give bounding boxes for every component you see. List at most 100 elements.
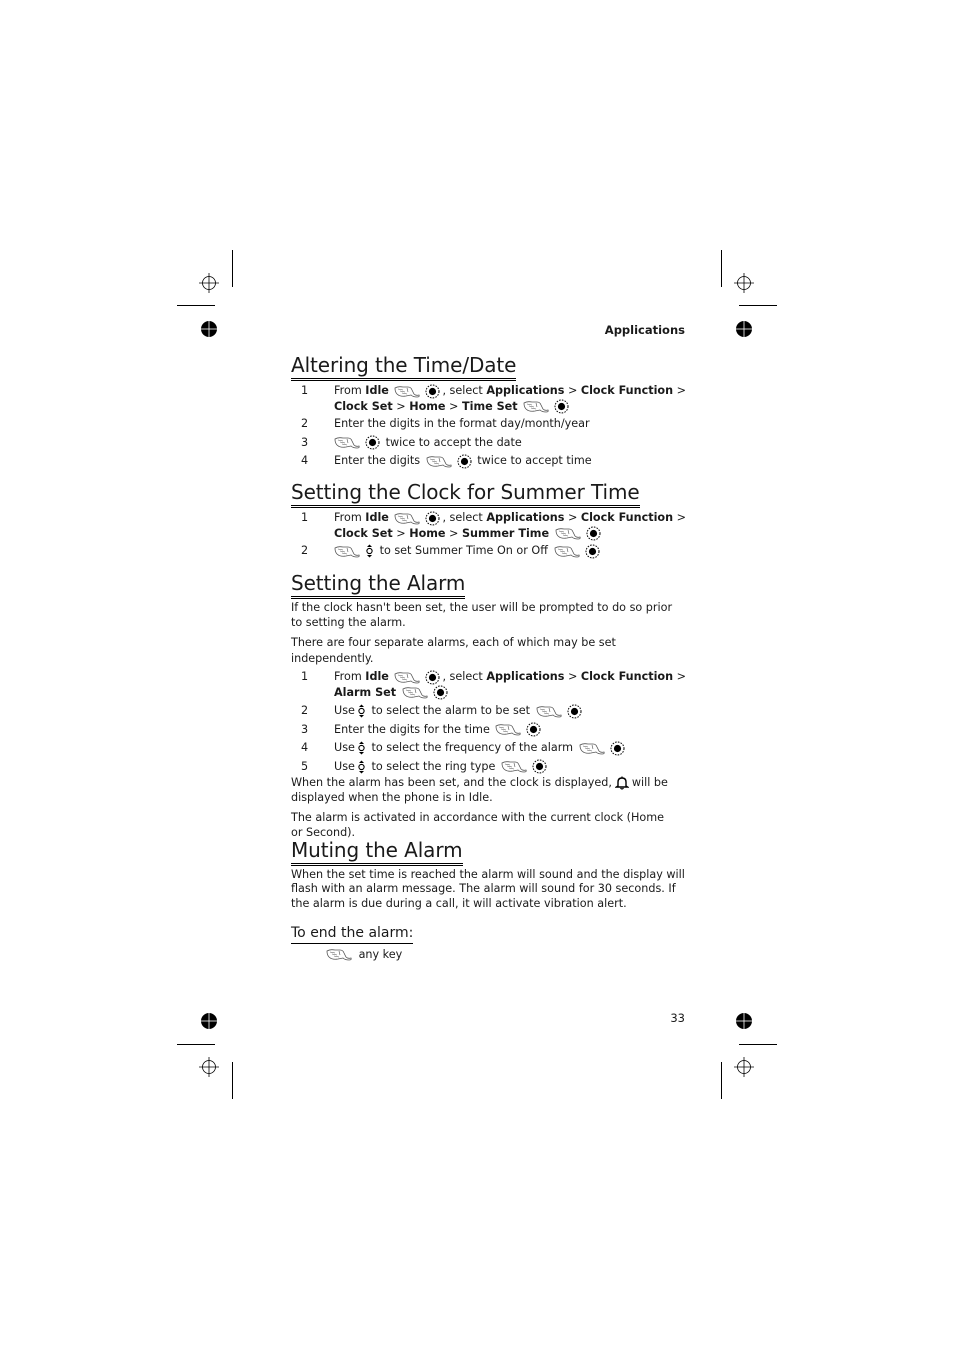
section-title: Muting the Alarm xyxy=(291,838,463,866)
hand-press-icon xyxy=(536,705,563,718)
paragraph: The alarm is activated in accordance wit… xyxy=(291,811,665,839)
text: When the alarm has been set, and the clo… xyxy=(291,776,612,789)
step-number: 3 xyxy=(301,435,309,449)
hand-press-icon xyxy=(334,436,361,449)
step-number: 2 xyxy=(301,704,309,717)
step: 3 twice to accept the date xyxy=(291,435,686,451)
select-button-icon xyxy=(425,511,440,526)
up-down-navigation-icon xyxy=(357,704,366,718)
step-number: 1 xyxy=(301,670,309,683)
text: > xyxy=(673,511,687,524)
menu-item: Idle xyxy=(365,670,389,683)
menu-item: Summer Time xyxy=(462,526,550,540)
text: > xyxy=(445,399,462,413)
up-down-navigation-icon xyxy=(357,741,366,755)
section-summer-time: Setting the Clock for Summer Time 1 From… xyxy=(291,480,686,559)
registration-mark-icon xyxy=(734,1057,754,1077)
registration-mark-icon xyxy=(734,273,754,293)
hand-press-icon xyxy=(402,686,429,699)
select-button-icon xyxy=(526,722,541,737)
crop-line xyxy=(177,305,215,306)
step: 5 Use to select the ring type xyxy=(291,759,686,775)
select-button-icon xyxy=(425,670,440,685)
text: > xyxy=(392,526,410,540)
up-down-navigation-icon xyxy=(365,544,374,558)
menu-item: Applications xyxy=(486,511,565,524)
hand-press-icon xyxy=(334,545,361,558)
step-text: Enter the digits for the time xyxy=(334,722,490,736)
paragraph: There are four separate alarms, each of … xyxy=(291,636,616,665)
crop-line xyxy=(232,250,233,287)
text: , select xyxy=(442,511,487,524)
text: > xyxy=(564,384,581,397)
menu-item: Clock Set xyxy=(334,399,393,413)
hand-press-icon xyxy=(523,400,550,413)
step-text: twice to accept time xyxy=(477,454,592,467)
step-text: to set Summer Time On or Off xyxy=(379,544,548,557)
text: > xyxy=(445,526,462,540)
menu-item: Clock Function xyxy=(580,384,674,397)
hand-press-icon xyxy=(394,512,421,525)
hand-press-icon xyxy=(495,723,522,736)
paragraph: When the alarm has been set, and the clo… xyxy=(291,776,686,805)
hand-press-icon xyxy=(394,385,421,398)
menu-item: Applications xyxy=(486,384,565,397)
step-number: 4 xyxy=(301,454,309,467)
crop-line xyxy=(739,305,777,306)
step: 4 Enter the digits twice to accept time xyxy=(291,453,686,469)
select-button-icon xyxy=(567,704,582,719)
step: 2 Use to select the alarm to be set xyxy=(291,703,686,719)
section-setting-alarm: Setting the Alarm If the clock hasn't be… xyxy=(291,571,686,840)
registration-dot-icon xyxy=(736,321,752,337)
menu-item: Alarm Set xyxy=(334,685,397,699)
alarm-bell-icon xyxy=(615,776,629,790)
step-number: 1 xyxy=(301,384,309,397)
text: Use xyxy=(334,741,355,754)
step-number: 1 xyxy=(301,511,309,524)
paragraph: If the clock hasn't been set, the user w… xyxy=(291,601,673,629)
hand-press-icon xyxy=(394,671,421,684)
step-text: to select the ring type xyxy=(371,759,496,773)
text: From xyxy=(334,511,366,524)
step: 1 From Idle , select Applications > Cloc… xyxy=(291,383,686,414)
hand-press-icon xyxy=(579,742,606,755)
text: > xyxy=(673,384,687,397)
registration-dot-icon xyxy=(201,321,217,337)
subheading: To end the alarm: xyxy=(291,924,414,944)
step-number: 3 xyxy=(301,722,309,736)
action-text: any key xyxy=(358,947,403,961)
registration-dot-icon xyxy=(201,1013,217,1029)
menu-item: Home xyxy=(409,399,446,413)
hand-press-icon xyxy=(555,527,582,540)
menu-item: Clock Function xyxy=(580,511,674,524)
text: > xyxy=(564,511,581,524)
registration-mark-icon xyxy=(199,1057,219,1077)
step-number: 4 xyxy=(301,741,309,754)
select-button-icon xyxy=(586,526,601,541)
paragraph: When the set time is reached the alarm w… xyxy=(291,868,685,910)
crop-line xyxy=(721,1062,722,1099)
hand-press-icon xyxy=(426,455,453,468)
select-button-icon xyxy=(425,384,440,399)
hand-press-icon xyxy=(501,760,528,773)
text: > xyxy=(564,670,581,683)
text: , select xyxy=(442,384,487,397)
select-button-icon xyxy=(433,685,448,700)
menu-item: Idle xyxy=(365,511,389,524)
step-text: to select the alarm to be set xyxy=(371,704,531,717)
step-number: 2 xyxy=(301,544,309,557)
page-number: 33 xyxy=(670,1011,685,1025)
select-button-icon xyxy=(585,544,600,559)
step: 4 Use to select the frequency of the ala… xyxy=(291,740,686,756)
text: > xyxy=(392,399,410,413)
menu-item: Home xyxy=(409,526,446,540)
action-line: any key xyxy=(291,947,686,963)
step-number: 5 xyxy=(301,759,309,773)
hand-press-icon xyxy=(326,948,353,961)
section-altering-time-date: Altering the Time/Date 1 From Idle , sel… xyxy=(291,353,686,469)
section-title: Setting the Clock for Summer Time xyxy=(291,480,640,508)
section-muting-alarm: Muting the Alarm When the set time is re… xyxy=(291,838,686,962)
text: From xyxy=(334,384,366,397)
menu-item: Time Set xyxy=(462,399,518,413)
menu-item: Clock Set xyxy=(334,526,393,540)
